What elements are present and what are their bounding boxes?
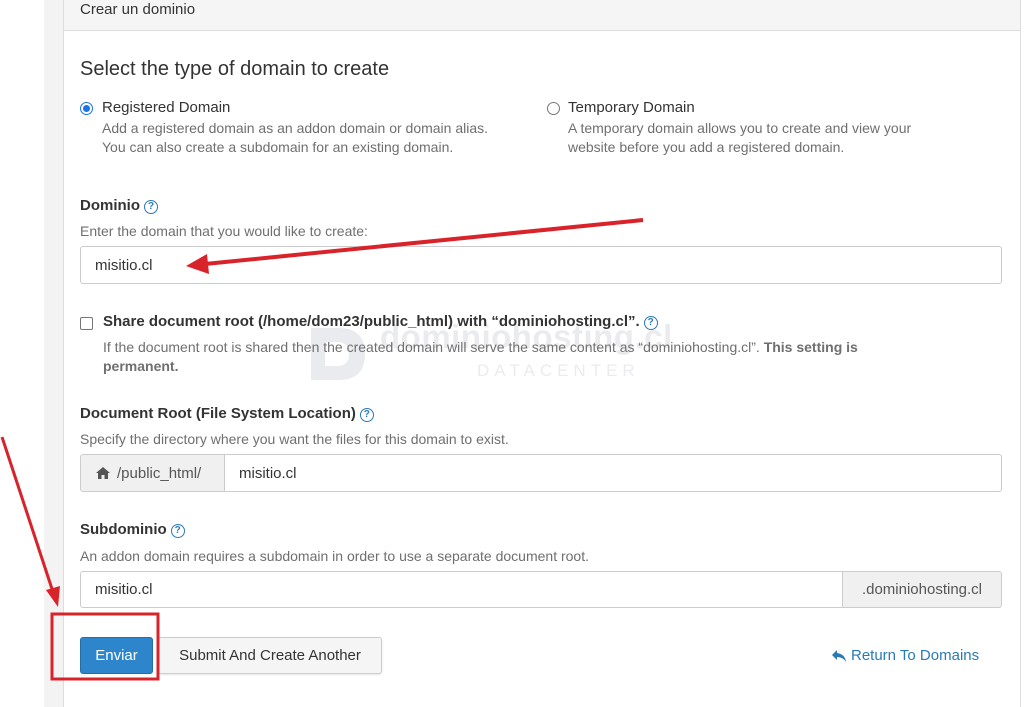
annotation-box-submit xyxy=(50,612,160,681)
annotation-arrow-submit xyxy=(0,436,55,593)
annotation-overlay xyxy=(0,218,644,681)
annotation-arrowhead-submit xyxy=(46,586,60,607)
annotation-arrowhead-domain xyxy=(186,254,209,274)
annotation-arrow-domain xyxy=(204,218,644,266)
